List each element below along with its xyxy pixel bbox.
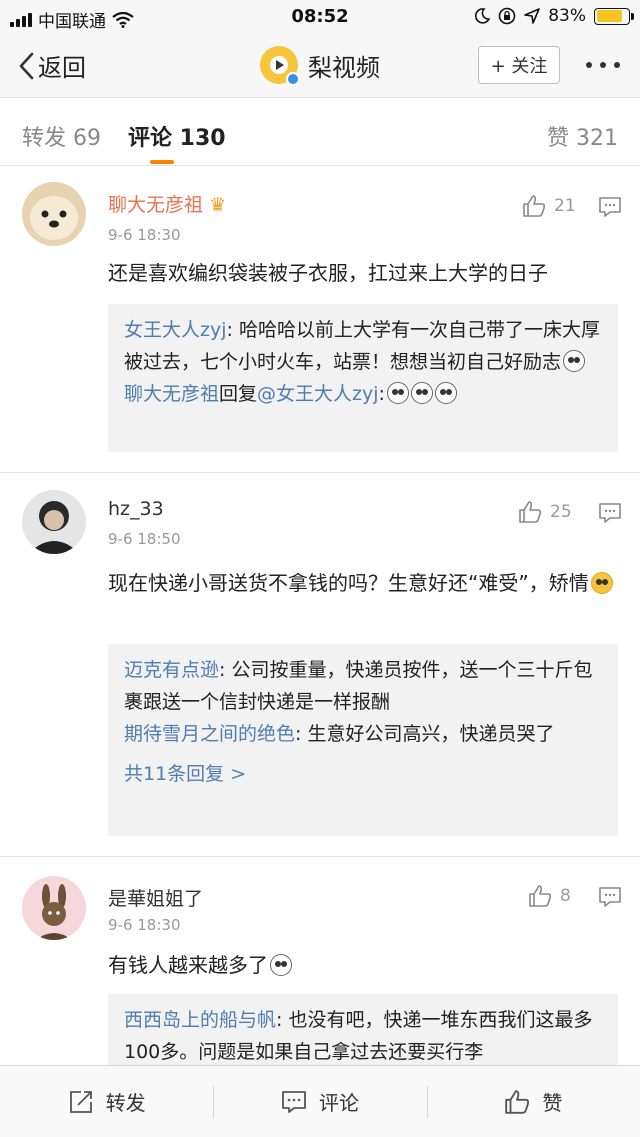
share-icon (69, 1090, 92, 1113)
reply-mention[interactable]: @女王大人zyj (257, 383, 379, 405)
reply-item: 迈克有点逊: 公司按重量，快递员按件，送一个三十斤包裹跟送一个信封快递是一样报酬 (124, 654, 602, 718)
comment-button[interactable]: 评论 (213, 1066, 426, 1137)
avatar[interactable] (22, 876, 86, 940)
reply-text: : (378, 383, 385, 405)
moon-icon (475, 8, 491, 24)
bottom-action-bar: 转发 评论 赞 (0, 1065, 640, 1137)
battery-icon (594, 7, 634, 25)
divider (0, 856, 640, 857)
shrug-emoji-icon (590, 572, 613, 594)
reply-username[interactable]: 迈克有点逊 (124, 659, 219, 681)
title-text: 梨视频 (308, 53, 380, 82)
surprised-emoji-icon (386, 382, 409, 404)
tab-repost[interactable]: 转发 69 (22, 120, 101, 152)
reply-username[interactable]: 西西岛上的船与帆 (124, 1009, 276, 1031)
like-button[interactable]: 25 (518, 500, 572, 524)
comment-username[interactable]: hz_33 (108, 498, 164, 520)
divider (0, 472, 640, 473)
pear-video-logo-icon (260, 46, 300, 86)
thumbs-up-icon (529, 885, 552, 907)
comment-text: 还是喜欢编织袋装被子衣服，扛过来上大学的日子 (108, 261, 548, 285)
comment-username[interactable]: 聊大无彦祖 ♛ (108, 190, 226, 217)
more-replies-link[interactable]: 共11条回复 > (124, 758, 602, 790)
back-label: 返回 (38, 54, 86, 82)
location-icon (524, 8, 541, 24)
reply-username[interactable]: 女王大人zyj (124, 319, 227, 341)
reply-connector: 回复 (219, 383, 258, 405)
more-icon[interactable] (586, 62, 620, 68)
reply-username[interactable]: 期待雪月之间的绝色 (124, 723, 295, 745)
thumbs-up-icon (505, 1089, 530, 1114)
comment-text: 有钱人越来越多了 (108, 950, 620, 980)
reply-username[interactable]: 聊大无彦祖 (124, 383, 219, 405)
tab-like[interactable]: 赞 321 (547, 120, 618, 152)
comment-icon (282, 1090, 306, 1113)
follow-button[interactable]: + 关注 (478, 46, 560, 84)
crown-icon: ♛ (209, 194, 227, 216)
active-tab-indicator (150, 160, 174, 164)
comment-time: 9-6 18:30 (108, 226, 181, 244)
comment-text: 现在快递小哥送货不拿钱的吗？生意好还“难受”，矫情 (108, 568, 620, 598)
reply-list: 迈克有点逊: 公司按重量，快递员按件，送一个三十斤包裹跟送一个信封快递是一样报酬… (108, 644, 618, 836)
thumbs-up-icon (523, 195, 546, 217)
avatar[interactable] (22, 182, 86, 246)
comment-time: 9-6 18:30 (108, 916, 181, 934)
app-screen: 中国联通 08:52 83% 返回 梨视频 + 关注 转发 69 评论 130 … (0, 0, 640, 1137)
surprised-emoji-icon (270, 954, 292, 976)
tab-bar: 转发 69 评论 130 赞 321 (0, 98, 640, 166)
surprised-emoji-icon (563, 350, 586, 372)
tab-comment[interactable]: 评论 130 (128, 120, 226, 152)
comment-username[interactable]: 是華姐姐了 (108, 884, 203, 911)
back-button[interactable]: 返回 (18, 48, 86, 83)
reply-item: 西西岛上的船与帆: 也没有吧，快递一堆东西我们这最多100多。问题是如果自己拿过… (124, 1004, 602, 1068)
reply-comment-icon[interactable] (598, 196, 622, 218)
like-button[interactable]: 21 (522, 194, 576, 218)
status-bar: 中国联通 08:52 83% (0, 0, 640, 34)
reply-list: 女王大人zyj: 哈哈哈以前上大学有一次自己带了一床大厚被过去，七个小时火车，站… (108, 304, 618, 452)
reply-item: 聊大无彦祖回复@女王大人zyj: (124, 378, 602, 410)
like-count: 25 (550, 502, 572, 522)
reply-item: 女王大人zyj: 哈哈哈以前上大学有一次自己带了一床大厚被过去，七个小时火车，站… (124, 314, 602, 378)
thumbs-up-icon (519, 501, 542, 523)
reply-item: 期待雪月之间的绝色: 生意好公司高兴，快递员哭了 (124, 718, 602, 750)
avatar[interactable] (22, 490, 86, 554)
reply-comment-icon[interactable] (598, 502, 622, 524)
repost-button[interactable]: 转发 (0, 1066, 213, 1137)
like-button[interactable]: 8 (528, 884, 571, 908)
battery-percent: 83% (548, 6, 586, 26)
page-title[interactable]: 梨视频 (260, 46, 380, 86)
navigation-bar: 返回 梨视频 + 关注 (0, 34, 640, 98)
comment-time: 9-6 18:50 (108, 530, 181, 548)
reply-comment-icon[interactable] (598, 886, 622, 908)
like-count: 21 (554, 196, 576, 216)
like-count: 8 (560, 886, 571, 906)
surprised-emoji-icon (434, 382, 457, 404)
verified-icon (286, 72, 300, 86)
surprised-emoji-icon (410, 382, 433, 404)
chevron-left-icon (19, 52, 34, 79)
like-post-button[interactable]: 赞 (426, 1066, 640, 1137)
rotation-lock-icon (498, 7, 516, 25)
reply-text: : 生意好公司高兴，快递员哭了 (295, 723, 555, 745)
